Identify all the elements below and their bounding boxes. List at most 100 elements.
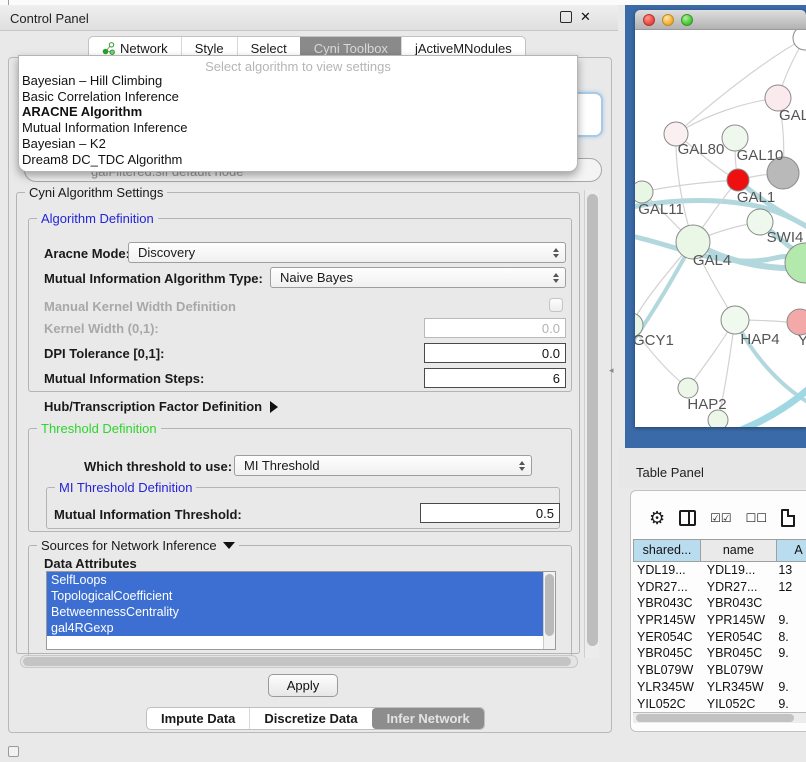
- data-attribute-item[interactable]: TopologicalCoefficient: [47, 588, 555, 604]
- table-cell: YDL19...: [699, 562, 773, 579]
- column-header-shared-[interactable]: shared...: [633, 539, 701, 562]
- table-cell: YDR27...: [633, 579, 699, 596]
- network-icon: [102, 42, 115, 55]
- table-row[interactable]: YDR27...YDR27...12: [633, 579, 806, 596]
- dpi-tolerance-label: DPI Tolerance [0,1]:: [44, 346, 164, 361]
- close-window-icon[interactable]: [643, 14, 655, 26]
- table-cell: YBR043C: [699, 595, 773, 612]
- network-node[interactable]: [721, 306, 749, 334]
- table-cell: 9.: [772, 612, 806, 629]
- algorithm-menu-item[interactable]: Bayesian – Hill Climbing: [19, 73, 577, 89]
- dpi-tolerance-field[interactable]: 0.0: [424, 343, 566, 363]
- minimize-window-icon[interactable]: [662, 14, 674, 26]
- network-node-label: SWI4: [767, 229, 804, 246]
- algorithm-menu-item[interactable]: ARACNE Algorithm: [19, 104, 577, 120]
- data-attributes-list[interactable]: SelfLoopsTopologicalCoefficientBetweenne…: [46, 571, 556, 650]
- control-panel-titlebar: Control Panel ✕: [0, 5, 618, 31]
- aracne-mode-value: Discovery: [138, 245, 195, 260]
- table-cell: YLR345W: [633, 679, 699, 696]
- maximize-window-icon[interactable]: [681, 14, 693, 26]
- network-node-label: GAL: [779, 107, 806, 124]
- table-row[interactable]: YIL052CYIL052C9.: [633, 696, 806, 713]
- tab-label: Network: [120, 41, 168, 56]
- table-cell: 13: [772, 562, 806, 579]
- which-threshold-value: MI Threshold: [244, 458, 320, 473]
- control-panel-title: Control Panel: [10, 11, 89, 26]
- mi-threshold-field[interactable]: 0.5: [420, 503, 560, 523]
- network-node[interactable]: [635, 181, 653, 203]
- table-cell: [772, 595, 806, 612]
- kernel-width-field[interactable]: 0.0: [424, 318, 566, 338]
- data-attribute-item[interactable]: BetweennessCentrality: [47, 604, 555, 620]
- table-cell: YPR145W: [699, 612, 773, 629]
- attributes-scrollbar[interactable]: [543, 572, 555, 649]
- table-cell: YIL052C: [699, 696, 773, 713]
- mi-type-combo[interactable]: Naive Bayes: [270, 267, 566, 288]
- network-node[interactable]: [727, 169, 749, 191]
- network-window[interactable]: GALGAL80GAL10GAL1GAL11SWI4GAL4GCY1HAP4YH…: [635, 10, 806, 427]
- deselect-all-columns-icon[interactable]: ☐☐: [746, 511, 768, 525]
- table-horizontal-scrollbar[interactable]: [633, 712, 806, 723]
- which-threshold-label: Which threshold to use:: [84, 459, 232, 474]
- select-all-columns-icon[interactable]: ☑☑: [710, 511, 732, 525]
- tab-label: Style: [195, 41, 224, 56]
- network-edge[interactable]: [642, 180, 738, 192]
- table-cell: YBR045C: [633, 645, 699, 662]
- table-cell: YDL19...: [633, 562, 699, 579]
- network-canvas[interactable]: GALGAL80GAL10GAL1GAL11SWI4GAL4GCY1HAP4YH…: [635, 30, 806, 427]
- hub-definition-label: Hub/Transcription Factor Definition: [44, 399, 262, 414]
- aracne-mode-combo[interactable]: Discovery: [128, 242, 566, 263]
- manual-kernel-checkbox[interactable]: [549, 298, 563, 312]
- network-node-label: GAL10: [737, 147, 784, 164]
- bottom-tab-discretize-data[interactable]: Discretize Data: [249, 708, 371, 729]
- kernel-width-label: Kernel Width (0,1):: [44, 321, 159, 336]
- table-row[interactable]: YBR045CYBR045C9.: [633, 645, 806, 662]
- table-row[interactable]: YLR345WYLR345W9.: [633, 679, 806, 696]
- table-cell: YBR045C: [699, 645, 773, 662]
- network-window-titlebar: [635, 10, 806, 30]
- mi-steps-field[interactable]: 6: [424, 368, 566, 388]
- algorithm-menu-item[interactable]: Basic Correlation Inference: [19, 89, 577, 105]
- file-icon[interactable]: [781, 509, 795, 527]
- apply-button[interactable]: Apply: [268, 674, 338, 697]
- column-header-name[interactable]: name: [701, 539, 777, 562]
- table-cell: YPR145W: [633, 612, 699, 629]
- network-node-label: GAL1: [737, 189, 775, 206]
- tab-label: Cyni Toolbox: [314, 41, 388, 56]
- bottom-tab-impute-data[interactable]: Impute Data: [147, 708, 249, 729]
- algorithm-menu-item[interactable]: Dream8 DC_TDC Algorithm: [19, 152, 577, 168]
- spinner-arrows-icon: [553, 243, 559, 262]
- hub-definition-expander[interactable]: Hub/Transcription Factor Definition: [44, 399, 278, 414]
- table-row[interactable]: YER054CYER054C8.: [633, 629, 806, 646]
- which-threshold-combo[interactable]: MI Threshold: [234, 455, 532, 476]
- close-panel-icon[interactable]: ✕: [580, 9, 591, 25]
- algorithm-menu-item[interactable]: Bayesian – K2: [19, 136, 577, 152]
- float-panel-icon[interactable]: [560, 11, 572, 23]
- network-node[interactable]: [785, 243, 806, 283]
- settings-horizontal-scrollbar[interactable]: [20, 655, 578, 668]
- table-row[interactable]: YBL079WYBL079W: [633, 662, 806, 679]
- network-node[interactable]: [678, 378, 698, 398]
- mi-type-label: Mutual Information Algorithm Type:: [44, 271, 263, 286]
- data-attribute-item[interactable]: gal4RGexp: [47, 620, 555, 636]
- docked-panel-icon[interactable]: [8, 746, 19, 757]
- table-panel-titlebar: Table Panel: [618, 448, 806, 488]
- sources-group-title[interactable]: Sources for Network Inference: [37, 538, 239, 553]
- data-attribute-item[interactable]: SelfLoops: [47, 572, 555, 588]
- cyni-algorithm-settings-title: Cyni Algorithm Settings: [25, 185, 167, 200]
- bottom-tab-infer-network[interactable]: Infer Network: [372, 708, 484, 729]
- spinner-arrows-icon: [553, 268, 559, 287]
- settings-vertical-scrollbar[interactable]: [584, 190, 599, 658]
- table-row[interactable]: YDL19...YDL19...13: [633, 562, 806, 579]
- table-row[interactable]: YPR145WYPR145W9.: [633, 612, 806, 629]
- network-node-label: GCY1: [635, 332, 674, 349]
- split-pane-handle-icon[interactable]: ◂: [609, 365, 614, 376]
- network-graph[interactable]: GALGAL80GAL10GAL1GAL11SWI4GAL4GCY1HAP4YH…: [635, 30, 806, 427]
- gear-icon[interactable]: ⚙: [649, 509, 665, 527]
- algorithm-menu-item[interactable]: Mutual Information Inference: [19, 120, 577, 136]
- network-node[interactable]: [793, 30, 806, 50]
- expand-right-icon: [270, 401, 278, 413]
- column-header-a[interactable]: A: [777, 539, 806, 562]
- table-row[interactable]: YBR043CYBR043C: [633, 595, 806, 612]
- columns-icon[interactable]: [679, 510, 696, 526]
